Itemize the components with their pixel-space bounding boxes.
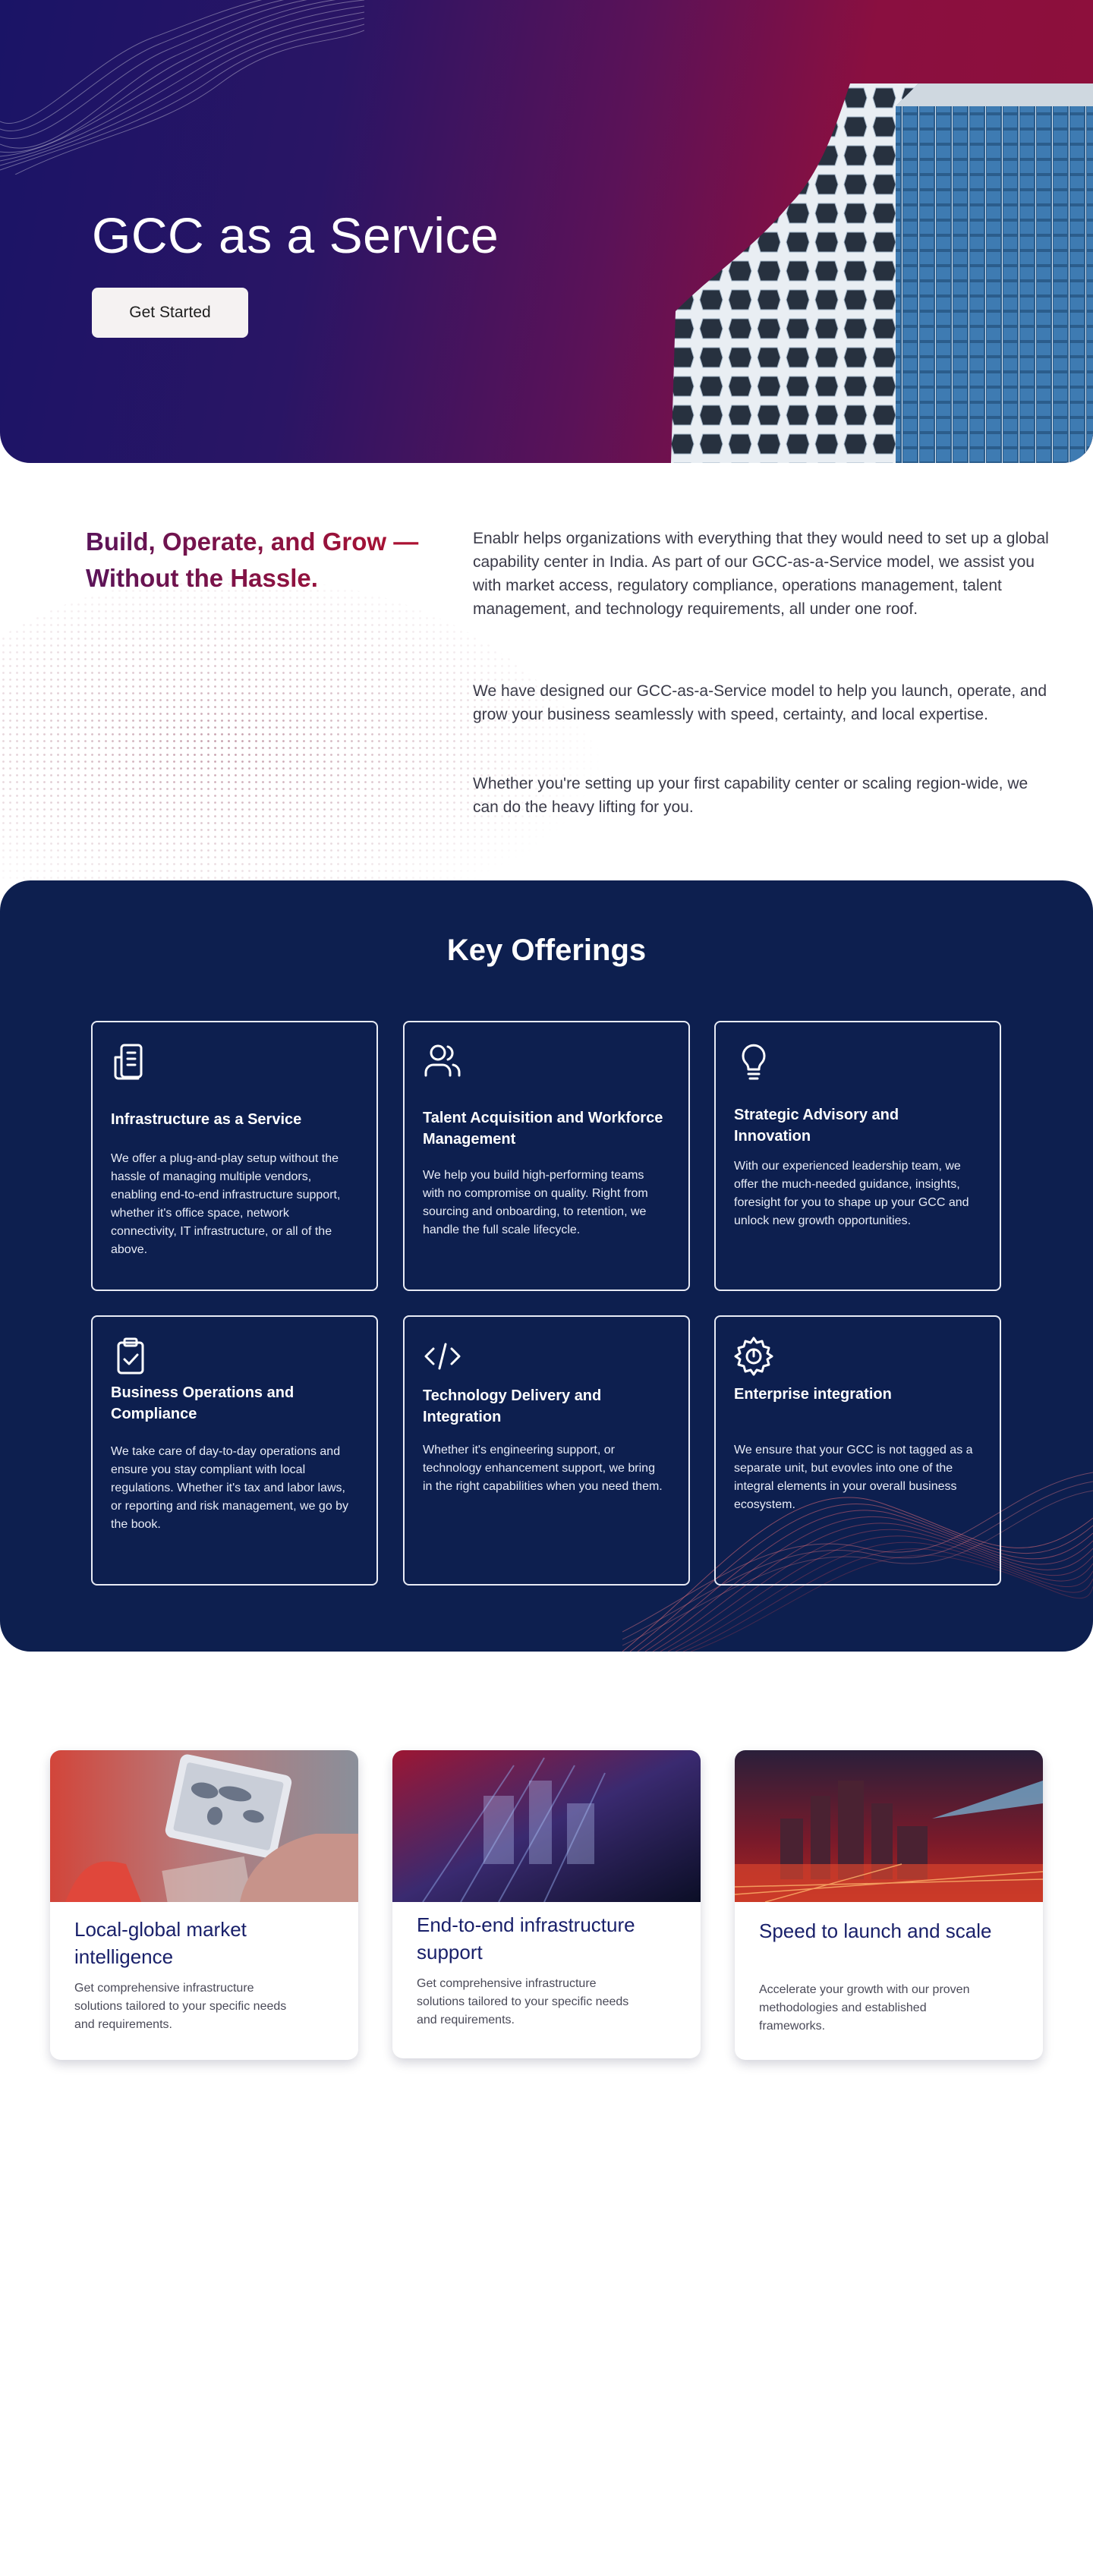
card-description: We help you build high-performing teams …: [423, 1169, 648, 1236]
feature-description: Get comprehensive infrastructure solutio…: [417, 1977, 629, 2026]
key-offerings-section: Key Offerings Infrastructure as a Servic…: [0, 880, 1093, 1652]
gear-icon: [734, 1337, 773, 1376]
users-icon: [424, 1044, 461, 1077]
feature-title: Local-global market intelligence: [74, 1918, 247, 1968]
feature-card-market-intelligence[interactable]: Local-global market intelligence Get com…: [50, 1750, 358, 2060]
feature-title: End-to-end infrastructure support: [417, 1913, 635, 1963]
card-description: We offer a plug-and-play setup without t…: [111, 1152, 341, 1256]
city-lights-image: [735, 1750, 1043, 1902]
card-description: With our experienced leadership team, we…: [734, 1160, 969, 1227]
card-title: Talent Acquisition and Workforce Managem…: [423, 1110, 663, 1148]
document-icon: [114, 1044, 143, 1080]
card-title: Enterprise integration: [734, 1386, 892, 1403]
feature-card-speed-to-launch[interactable]: Speed to launch and scale Accelerate you…: [735, 1750, 1043, 2060]
code-icon: [424, 1343, 461, 1370]
feature-card-infrastructure-support[interactable]: End-to-end infrastructure support Get co…: [392, 1750, 701, 2058]
lightbulb-icon: [742, 1044, 766, 1080]
offering-card-enterprise: Enterprise integration We ensure that yo…: [714, 1315, 1001, 1586]
building-image: [671, 83, 1093, 463]
clipboard-check-icon: [117, 1337, 144, 1375]
intro-paragraph: We have designed our GCC-as-a-Service mo…: [473, 682, 1047, 723]
offering-card-technology: Technology Delivery and Integration Whet…: [403, 1315, 690, 1586]
intro-paragraph: Whether you're setting up your first cap…: [473, 775, 1028, 816]
card-title: Strategic Advisory and Innovation: [734, 1107, 899, 1145]
card-title: Infrastructure as a Service: [111, 1111, 302, 1128]
intro-paragraph: Enablr helps organizations with everythi…: [473, 530, 1049, 618]
card-title: Business Operations and Compliance: [111, 1384, 295, 1422]
tablet-map-image: [50, 1750, 358, 1902]
card-description: We take care of day-to-day operations an…: [111, 1445, 349, 1531]
card-description: We ensure that your GCC is not tagged as…: [734, 1444, 973, 1511]
hero-title: GCC as a Service: [92, 207, 499, 263]
offering-card-advisory: Strategic Advisory and Innovation With o…: [714, 1021, 1001, 1291]
feature-description: Accelerate your growth with our proven m…: [759, 1983, 970, 2033]
section-title: Key Offerings: [446, 934, 647, 967]
feature-title: Speed to launch and scale: [759, 1919, 992, 1942]
hero-section: GCC as a Service Get Started: [0, 0, 1093, 463]
offering-card-operations: Business Operations and Compliance We ta…: [91, 1315, 378, 1586]
feature-description: Get comprehensive infrastructure solutio…: [74, 1982, 287, 2031]
intro-heading: Build, Operate, and Grow — Without the H…: [86, 524, 427, 597]
offering-card-infrastructure: Infrastructure as a Service We offer a p…: [91, 1021, 378, 1291]
get-started-button[interactable]: Get Started: [92, 288, 248, 338]
server-infrastructure-image: [392, 1750, 701, 1902]
wave-lines-decoration: [0, 0, 364, 175]
card-description: Whether it's engineering support, or tec…: [423, 1444, 663, 1493]
card-title: Technology Delivery and Integration: [423, 1387, 602, 1425]
offering-card-talent: Talent Acquisition and Workforce Managem…: [403, 1021, 690, 1291]
